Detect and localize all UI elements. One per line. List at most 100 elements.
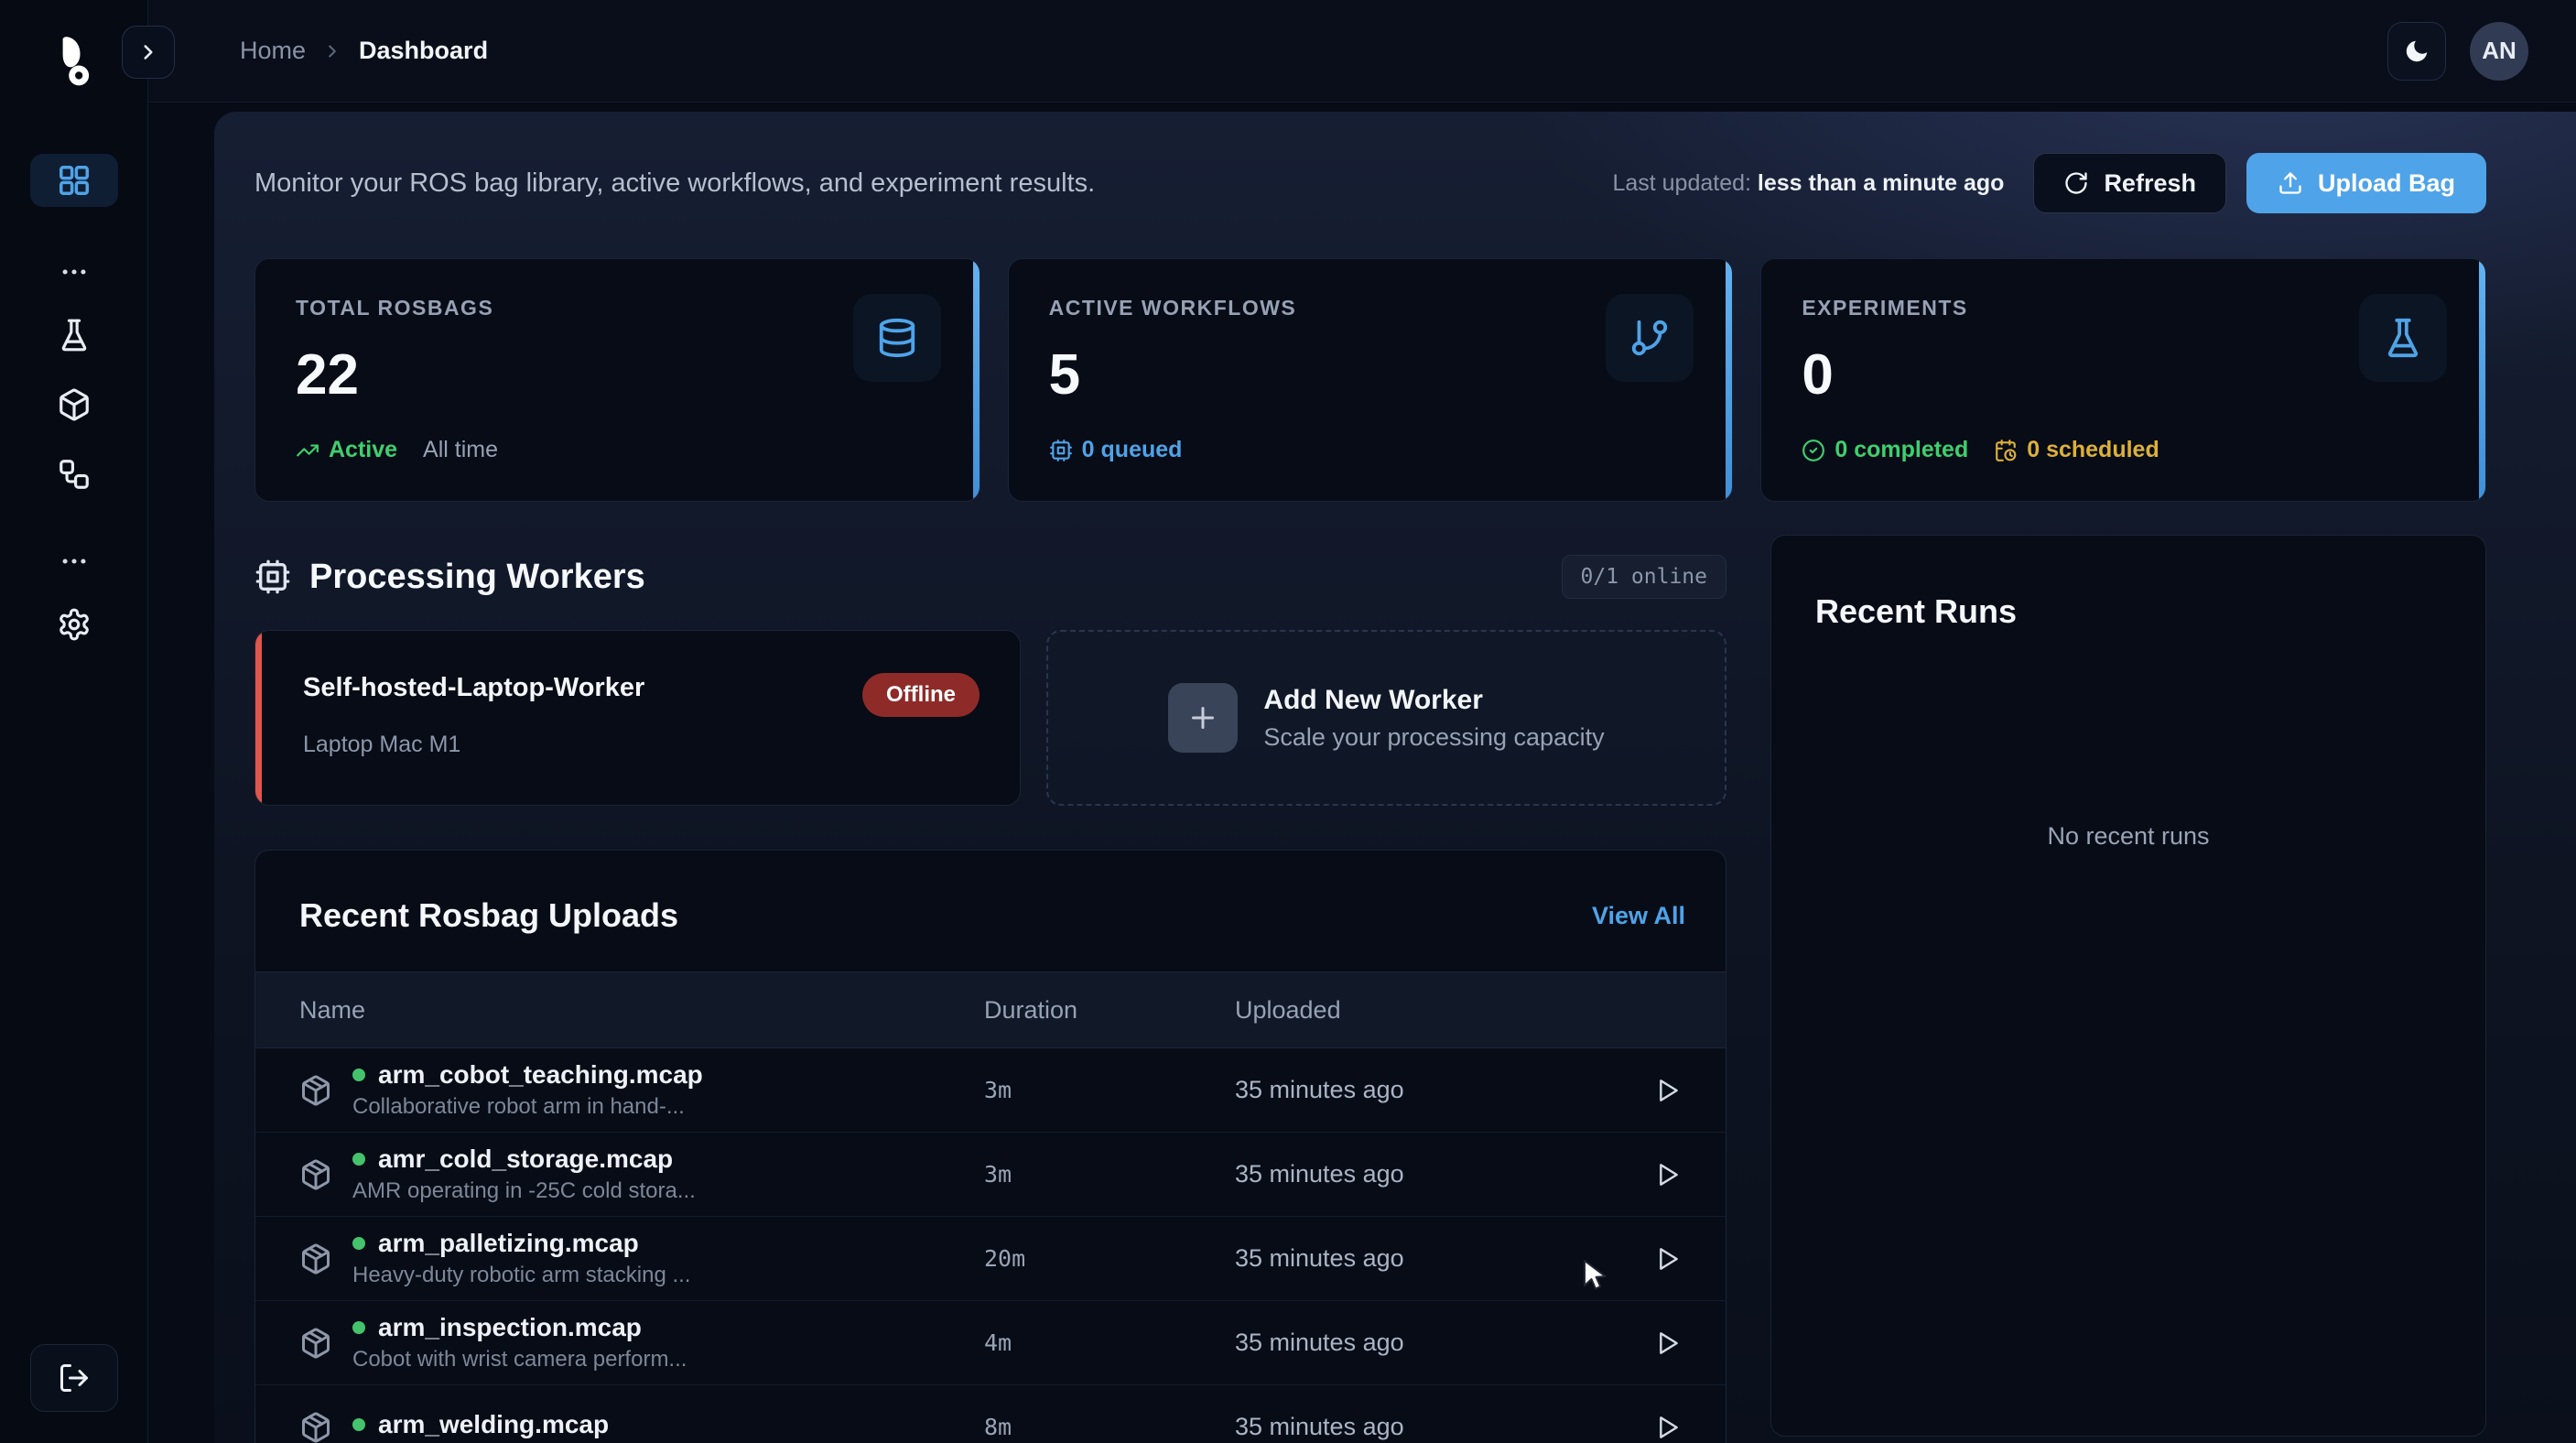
breadcrumb-home[interactable]: Home — [240, 37, 306, 65]
column-header-name: Name — [299, 996, 984, 1025]
upload-icon — [2278, 170, 2303, 196]
breadcrumb: Home Dashboard — [240, 37, 488, 65]
chevron-right-icon — [136, 40, 160, 64]
add-worker-card[interactable]: Add New Worker Scale your processing cap… — [1046, 630, 1726, 806]
sidebar-more-bottom[interactable] — [30, 546, 118, 577]
rosbag-uploaded: 35 minutes ago — [1235, 1076, 1623, 1104]
rosbag-duration: 4m — [984, 1329, 1235, 1356]
stat-accent-bar — [1726, 259, 1732, 501]
play-button[interactable] — [1652, 1413, 1682, 1442]
sidebar-toggle-button[interactable] — [122, 26, 175, 79]
logout-icon — [58, 1362, 91, 1394]
table-row[interactable]: arm_cobot_teaching.mcap Collaborative ro… — [255, 1048, 1726, 1133]
refresh-button[interactable]: Refresh — [2033, 153, 2226, 213]
stat-iconbox — [853, 294, 941, 382]
stat-meta-active: Active — [296, 437, 397, 463]
sidebar-more-top[interactable] — [30, 256, 118, 288]
uploads-title: Recent Rosbag Uploads — [299, 896, 678, 935]
add-worker-title: Add New Worker — [1263, 685, 1604, 716]
calendar-clock-icon — [1994, 439, 2018, 462]
rosbag-duration: 20m — [984, 1245, 1235, 1272]
package-icon — [299, 1411, 332, 1443]
package-icon — [57, 387, 92, 422]
recent-runs-card: Recent Runs No recent runs — [1770, 535, 2486, 1437]
view-all-link[interactable]: View All — [1592, 902, 1685, 930]
stat-meta-completed: 0 completed — [1802, 437, 1968, 463]
last-updated-value: less than a minute ago — [1758, 170, 2005, 196]
rosbag-duration: 3m — [984, 1077, 1235, 1103]
rosbag-duration: 3m — [984, 1161, 1235, 1188]
page-header: Monitor your ROS bag library, active wor… — [254, 153, 2486, 213]
stat-label: EXPERIMENTS — [1802, 296, 2445, 320]
rosbag-uploaded: 35 minutes ago — [1235, 1329, 1623, 1357]
last-updated-label: Last updated: — [1612, 170, 1751, 196]
stat-meta-queued: 0 queued — [1049, 437, 1183, 463]
play-button[interactable] — [1652, 1244, 1682, 1274]
play-button[interactable] — [1652, 1329, 1682, 1358]
database-icon — [876, 317, 918, 359]
chevron-right-icon — [322, 41, 342, 61]
cpu-icon — [1049, 439, 1073, 462]
rosbag-uploaded: 35 minutes ago — [1235, 1413, 1623, 1441]
stat-accent-bar — [973, 259, 980, 501]
sidebar-nav — [30, 154, 118, 646]
stat-value: 22 — [296, 342, 939, 407]
sidebar-item-rosbags[interactable] — [30, 383, 118, 427]
play-button[interactable] — [1652, 1160, 1682, 1189]
package-icon — [299, 1074, 332, 1107]
sidebar — [0, 0, 148, 1443]
stat-meta-alltime: All time — [423, 437, 498, 463]
moon-icon — [2403, 38, 2430, 65]
main-content: Monitor your ROS bag library, active wor… — [214, 112, 2576, 1443]
stat-iconbox — [1606, 294, 1694, 382]
uploads-table-body: arm_cobot_teaching.mcap Collaborative ro… — [255, 1048, 1726, 1443]
workers-online-badge: 0/1 online — [1562, 555, 1726, 599]
stat-value: 0 — [1802, 342, 2445, 407]
column-header-uploaded: Uploaded — [1235, 996, 1623, 1025]
sidebar-item-settings[interactable] — [30, 602, 118, 646]
status-dot — [352, 1237, 365, 1250]
recent-runs-title: Recent Runs — [1815, 592, 2441, 631]
plus-box — [1168, 683, 1238, 753]
stat-accent-bar — [2479, 259, 2485, 501]
rosbag-duration: 8m — [984, 1414, 1235, 1440]
avatar[interactable]: AN — [2470, 22, 2528, 81]
table-row[interactable]: arm_palletizing.mcap Heavy-duty robotic … — [255, 1217, 1726, 1301]
package-icon — [299, 1158, 332, 1191]
upload-bag-button[interactable]: Upload Bag — [2246, 153, 2486, 213]
stat-label: TOTAL ROSBAGS — [296, 296, 939, 320]
worker-card[interactable]: Self-hosted-Laptop-Worker Offline Laptop… — [254, 630, 1021, 806]
stat-card-experiments: EXPERIMENTS 0 0 completed 0 scheduled — [1760, 258, 2486, 502]
sidebar-item-workflows[interactable] — [30, 452, 118, 496]
worker-name: Self-hosted-Laptop-Worker — [303, 673, 644, 703]
stat-card-total-rosbags: TOTAL ROSBAGS 22 Active All time — [254, 258, 980, 502]
dashboard-grid-icon — [57, 163, 92, 198]
workers-section-header: Processing Workers 0/1 online — [254, 555, 1726, 599]
play-button[interactable] — [1652, 1076, 1682, 1105]
rosbag-uploaded: 35 minutes ago — [1235, 1160, 1623, 1188]
rosbag-description: Cobot with wrist camera perform... — [352, 1347, 687, 1372]
status-dot — [352, 1153, 365, 1166]
status-dot — [352, 1321, 365, 1334]
rosbag-name: arm_cobot_teaching.mcap — [378, 1060, 703, 1090]
stat-meta-scheduled: 0 scheduled — [1994, 437, 2159, 463]
refresh-icon — [2063, 170, 2089, 196]
rosbag-name: amr_cold_storage.mcap — [378, 1145, 673, 1174]
sidebar-item-dashboard[interactable] — [30, 154, 118, 207]
rosbag-name: arm_palletizing.mcap — [378, 1229, 639, 1258]
git-branch-icon — [1629, 317, 1671, 359]
package-icon — [299, 1327, 332, 1360]
plus-icon — [1186, 701, 1219, 734]
table-row[interactable]: amr_cold_storage.mcap AMR operating in -… — [255, 1133, 1726, 1217]
logout-button[interactable] — [30, 1344, 118, 1412]
sidebar-item-experiments[interactable] — [30, 313, 118, 357]
table-row[interactable]: arm_inspection.mcap Cobot with wrist cam… — [255, 1301, 1726, 1385]
recent-uploads-card: Recent Rosbag Uploads View All Name Dura… — [254, 850, 1726, 1443]
more-horizontal-icon — [59, 256, 90, 288]
theme-toggle-button[interactable] — [2387, 22, 2446, 81]
rosbag-uploaded: 35 minutes ago — [1235, 1244, 1623, 1273]
worker-status-accent — [255, 631, 262, 805]
table-row[interactable]: arm_welding.mcap 8m 35 minutes ago — [255, 1385, 1726, 1443]
add-worker-subtitle: Scale your processing capacity — [1263, 723, 1604, 752]
package-icon — [299, 1242, 332, 1275]
